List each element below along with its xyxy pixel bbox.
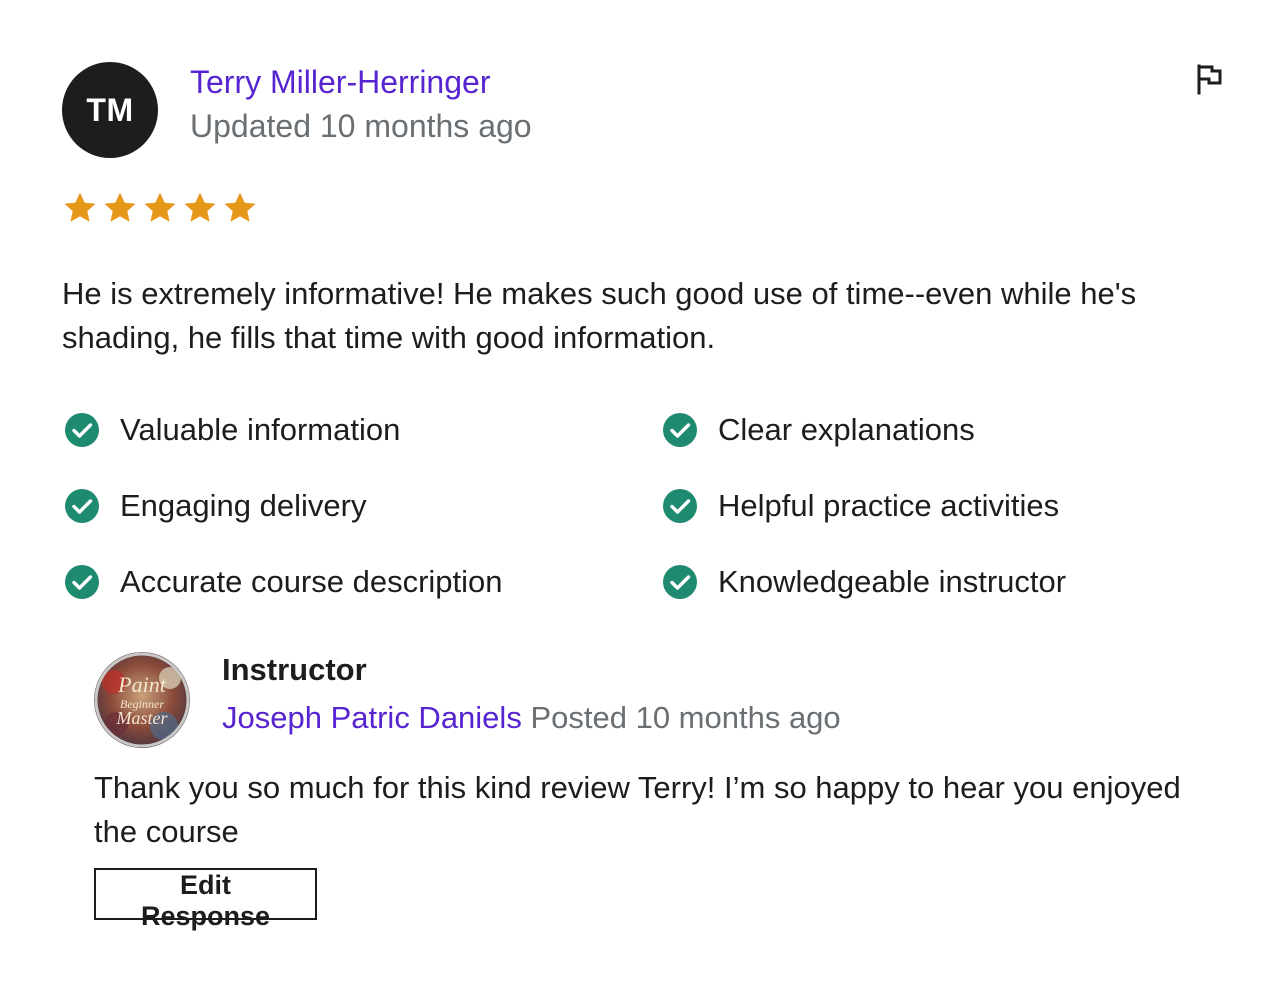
star-icon — [184, 192, 216, 222]
tag-label: Accurate course description — [120, 564, 503, 599]
reviewer-name[interactable]: Terry Miller-Herringer — [190, 64, 490, 101]
check-circle-icon — [65, 413, 99, 447]
instructor-avatar: Paint Beginner Master — [94, 652, 190, 748]
instructor-role: Instructor — [222, 652, 367, 687]
response-posted-time: Posted 10 months ago — [530, 700, 841, 735]
tag-item: Valuable information — [64, 412, 400, 448]
star-rating — [62, 190, 258, 226]
tag-item: Helpful practice activities — [662, 488, 1059, 524]
flag-icon[interactable] — [1192, 62, 1226, 96]
avatar-text-line: Master — [116, 708, 169, 728]
star-icon — [104, 192, 136, 222]
instructor-name[interactable]: Joseph Patric Daniels — [222, 700, 522, 735]
response-text: Thank you so much for this kind review T… — [94, 770, 1181, 849]
tag-label: Helpful practice activities — [718, 488, 1060, 523]
edit-response-button[interactable]: Edit Response — [94, 868, 317, 931]
tag-item: Knowledgeable instructor — [662, 564, 1066, 600]
tag-item: Accurate course description — [64, 564, 503, 600]
reviewer-avatar: TM — [62, 62, 158, 158]
instructor-avatar-image: Paint Beginner Master — [94, 652, 190, 748]
tag-label: Valuable information — [120, 412, 401, 447]
review-updated-time: Updated 10 months ago — [190, 108, 532, 144]
tag-label: Knowledgeable instructor — [718, 564, 1067, 599]
check-circle-icon — [663, 489, 697, 523]
tag-label: Clear explanations — [718, 412, 975, 447]
tag-item: Clear explanations — [662, 412, 975, 448]
star-icon — [224, 192, 256, 222]
review-text: He is extremely informative! He makes su… — [62, 276, 1137, 355]
star-icon — [144, 192, 176, 222]
tag-label: Engaging delivery — [120, 488, 367, 523]
review-card: TM Terry Miller-Herringer Updated 10 mon… — [0, 0, 1284, 984]
reviewer-initials: TM — [86, 91, 134, 128]
check-circle-icon — [65, 489, 99, 523]
instructor-meta: Joseph Patric Daniels Posted 10 months a… — [222, 700, 841, 736]
star-icon — [64, 192, 96, 222]
avatar-text-line: Paint — [117, 672, 167, 697]
check-circle-icon — [65, 565, 99, 599]
check-circle-icon — [663, 413, 697, 447]
tag-item: Engaging delivery — [64, 488, 366, 524]
check-circle-icon — [663, 565, 697, 599]
